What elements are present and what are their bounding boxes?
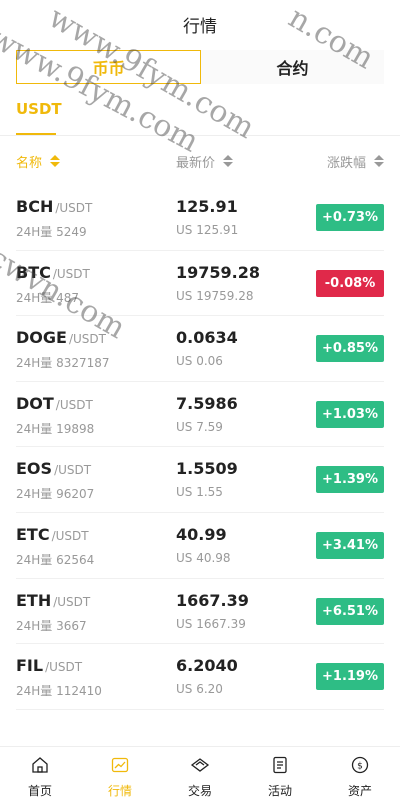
base-symbol: ETC — [16, 524, 50, 544]
tab-label: 活动 — [267, 784, 292, 798]
quote-symbol: /USDT — [51, 528, 89, 543]
svg-text:$: $ — [357, 762, 363, 772]
table-row[interactable]: FIL/USDT 24H量 112410 6.2040 US 6.20 +1.19% — [16, 644, 384, 710]
usd-price: US 7.59 — [176, 419, 223, 434]
coin-icon: $ — [350, 755, 370, 782]
pair-symbol: EOS/USDT — [16, 459, 91, 478]
quote-symbol: /USDT — [54, 463, 92, 478]
page-title: 行情 — [183, 16, 217, 37]
table-row[interactable]: BCH/USDT 24H量 5249 125.91 US 125.91 +0.73% — [16, 185, 384, 251]
document-icon — [270, 755, 290, 782]
quote-symbol: /USDT — [45, 660, 83, 675]
pair-symbol: BTC/USDT — [16, 263, 90, 282]
tab-label: 行情 — [107, 784, 132, 798]
change-badge: +0.73% — [316, 204, 384, 231]
quote-symbol: /USDT — [55, 397, 93, 412]
last-price: 1.5509 — [176, 459, 238, 479]
change-badge: +1.03% — [316, 400, 384, 428]
usd-price: US 1.55 — [176, 485, 223, 500]
volume-24h: 24H量 96207 — [16, 487, 95, 502]
usd-price: US 125.91 — [176, 223, 239, 237]
base-symbol: BTC — [16, 262, 51, 282]
last-price: 1667.39 — [176, 590, 249, 610]
market-type-switch: 币币 合约 — [16, 50, 384, 84]
column-price-label: 最新价 — [176, 155, 216, 171]
usd-price: US 1667.39 — [176, 616, 246, 631]
volume-24h: 24H量 8327187 — [16, 356, 110, 371]
pair-symbol: FIL/USDT — [16, 656, 82, 675]
chart-icon — [110, 755, 130, 782]
quote-symbol: /USDT — [53, 594, 91, 609]
usd-price: US 40.98 — [176, 550, 231, 565]
subtab-usdt[interactable]: USDT — [16, 100, 62, 118]
pair-symbol: DOGE/USDT — [16, 328, 106, 347]
tab-label: 资产 — [347, 784, 372, 798]
last-price: 19759.28 — [176, 262, 261, 282]
base-symbol: ETH — [16, 590, 52, 610]
change-badge: +0.85% — [316, 335, 384, 363]
base-symbol: DOGE — [16, 328, 67, 348]
pair-symbol: DOT/USDT — [16, 394, 93, 413]
last-price: 40.99 — [176, 524, 227, 544]
pair-symbol: ETC/USDT — [16, 525, 89, 544]
table-row[interactable]: EOS/USDT 24H量 96207 1.5509 US 1.55 +1.39% — [16, 447, 384, 513]
usd-price: US 6.20 — [176, 682, 223, 697]
volume-24h: 24H量 5249 — [16, 225, 87, 239]
table-row[interactable]: ETH/USDT 24H量 3667 1667.39 US 1667.39 +6.51% — [16, 579, 384, 645]
sort-by-name[interactable]: 名称 — [16, 152, 61, 171]
change-badge: +1.19% — [316, 663, 384, 691]
last-price: 125.91 — [176, 197, 238, 216]
volume-24h: 24H量 19898 — [16, 421, 95, 436]
column-change-label: 涨跌幅 — [326, 155, 366, 171]
volume-24h: 24H量 62564 — [16, 552, 95, 567]
tab-exchange[interactable]: 交易 — [160, 747, 240, 798]
quote-symbol: /USDT — [55, 201, 93, 215]
last-price: 7.5986 — [176, 393, 238, 413]
volume-24h: 24H量 487 — [16, 290, 80, 305]
sort-by-price[interactable]: 最新价 — [176, 152, 234, 171]
usd-price: US 0.06 — [176, 354, 223, 369]
table-row[interactable]: ETC/USDT 24H量 62564 40.99 US 40.98 +3.41% — [16, 513, 384, 579]
sort-arrows-icon — [374, 155, 384, 167]
table-row[interactable]: DOGE/USDT 24H量 8327187 0.0634 US 0.06 +0.85% — [16, 316, 384, 382]
volume-24h: 24H量 3667 — [16, 618, 87, 633]
exchange-icon — [190, 755, 210, 782]
tab-label: 首页 — [27, 784, 52, 798]
last-price: 0.0634 — [176, 328, 238, 348]
quote-symbol: /USDT — [52, 266, 90, 281]
sort-by-change[interactable]: 涨跌幅 — [326, 152, 384, 171]
base-symbol: DOT — [16, 393, 54, 413]
page-header: 行情 — [0, 0, 400, 48]
home-icon — [30, 755, 50, 782]
sort-arrows-icon — [50, 155, 61, 167]
base-symbol: BCH — [16, 197, 54, 216]
change-badge: +6.51% — [316, 597, 384, 625]
base-symbol: FIL — [16, 656, 44, 676]
quote-symbol: /USDT — [68, 332, 106, 347]
change-badge: -0.08% — [316, 269, 384, 297]
divider — [0, 135, 400, 136]
column-name-label: 名称 — [16, 155, 43, 171]
last-price: 6.2040 — [176, 656, 238, 676]
volume-24h: 24H量 112410 — [16, 684, 102, 699]
market-list: BCH/USDT 24H量 5249 125.91 US 125.91 +0.73% BT… — [0, 185, 400, 710]
tab-coin[interactable]: $ 资产 — [320, 747, 400, 798]
base-symbol: EOS — [16, 459, 53, 479]
tab-spot[interactable]: 币币 — [16, 50, 201, 84]
bottom-tab-bar: 首页 行情 交易 活动 $ 资产 — [0, 746, 400, 798]
usd-price: US 19759.28 — [176, 288, 254, 303]
tab-home[interactable]: 首页 — [0, 747, 80, 798]
tab-document[interactable]: 活动 — [240, 747, 320, 798]
table-row[interactable]: DOT/USDT 24H量 19898 7.5986 US 7.59 +1.03% — [16, 382, 384, 448]
pair-symbol: BCH/USDT — [16, 197, 92, 216]
sort-arrows-icon — [223, 155, 234, 167]
tab-chart[interactable]: 行情 — [80, 747, 160, 798]
change-badge: +1.39% — [316, 466, 384, 494]
change-badge: +3.41% — [316, 531, 384, 559]
table-row[interactable]: BTC/USDT 24H量 487 19759.28 US 19759.28 -0.08… — [16, 251, 384, 317]
tab-contract[interactable]: 合约 — [201, 50, 384, 84]
pair-symbol: ETH/USDT — [16, 591, 90, 610]
tab-label: 交易 — [187, 784, 212, 798]
